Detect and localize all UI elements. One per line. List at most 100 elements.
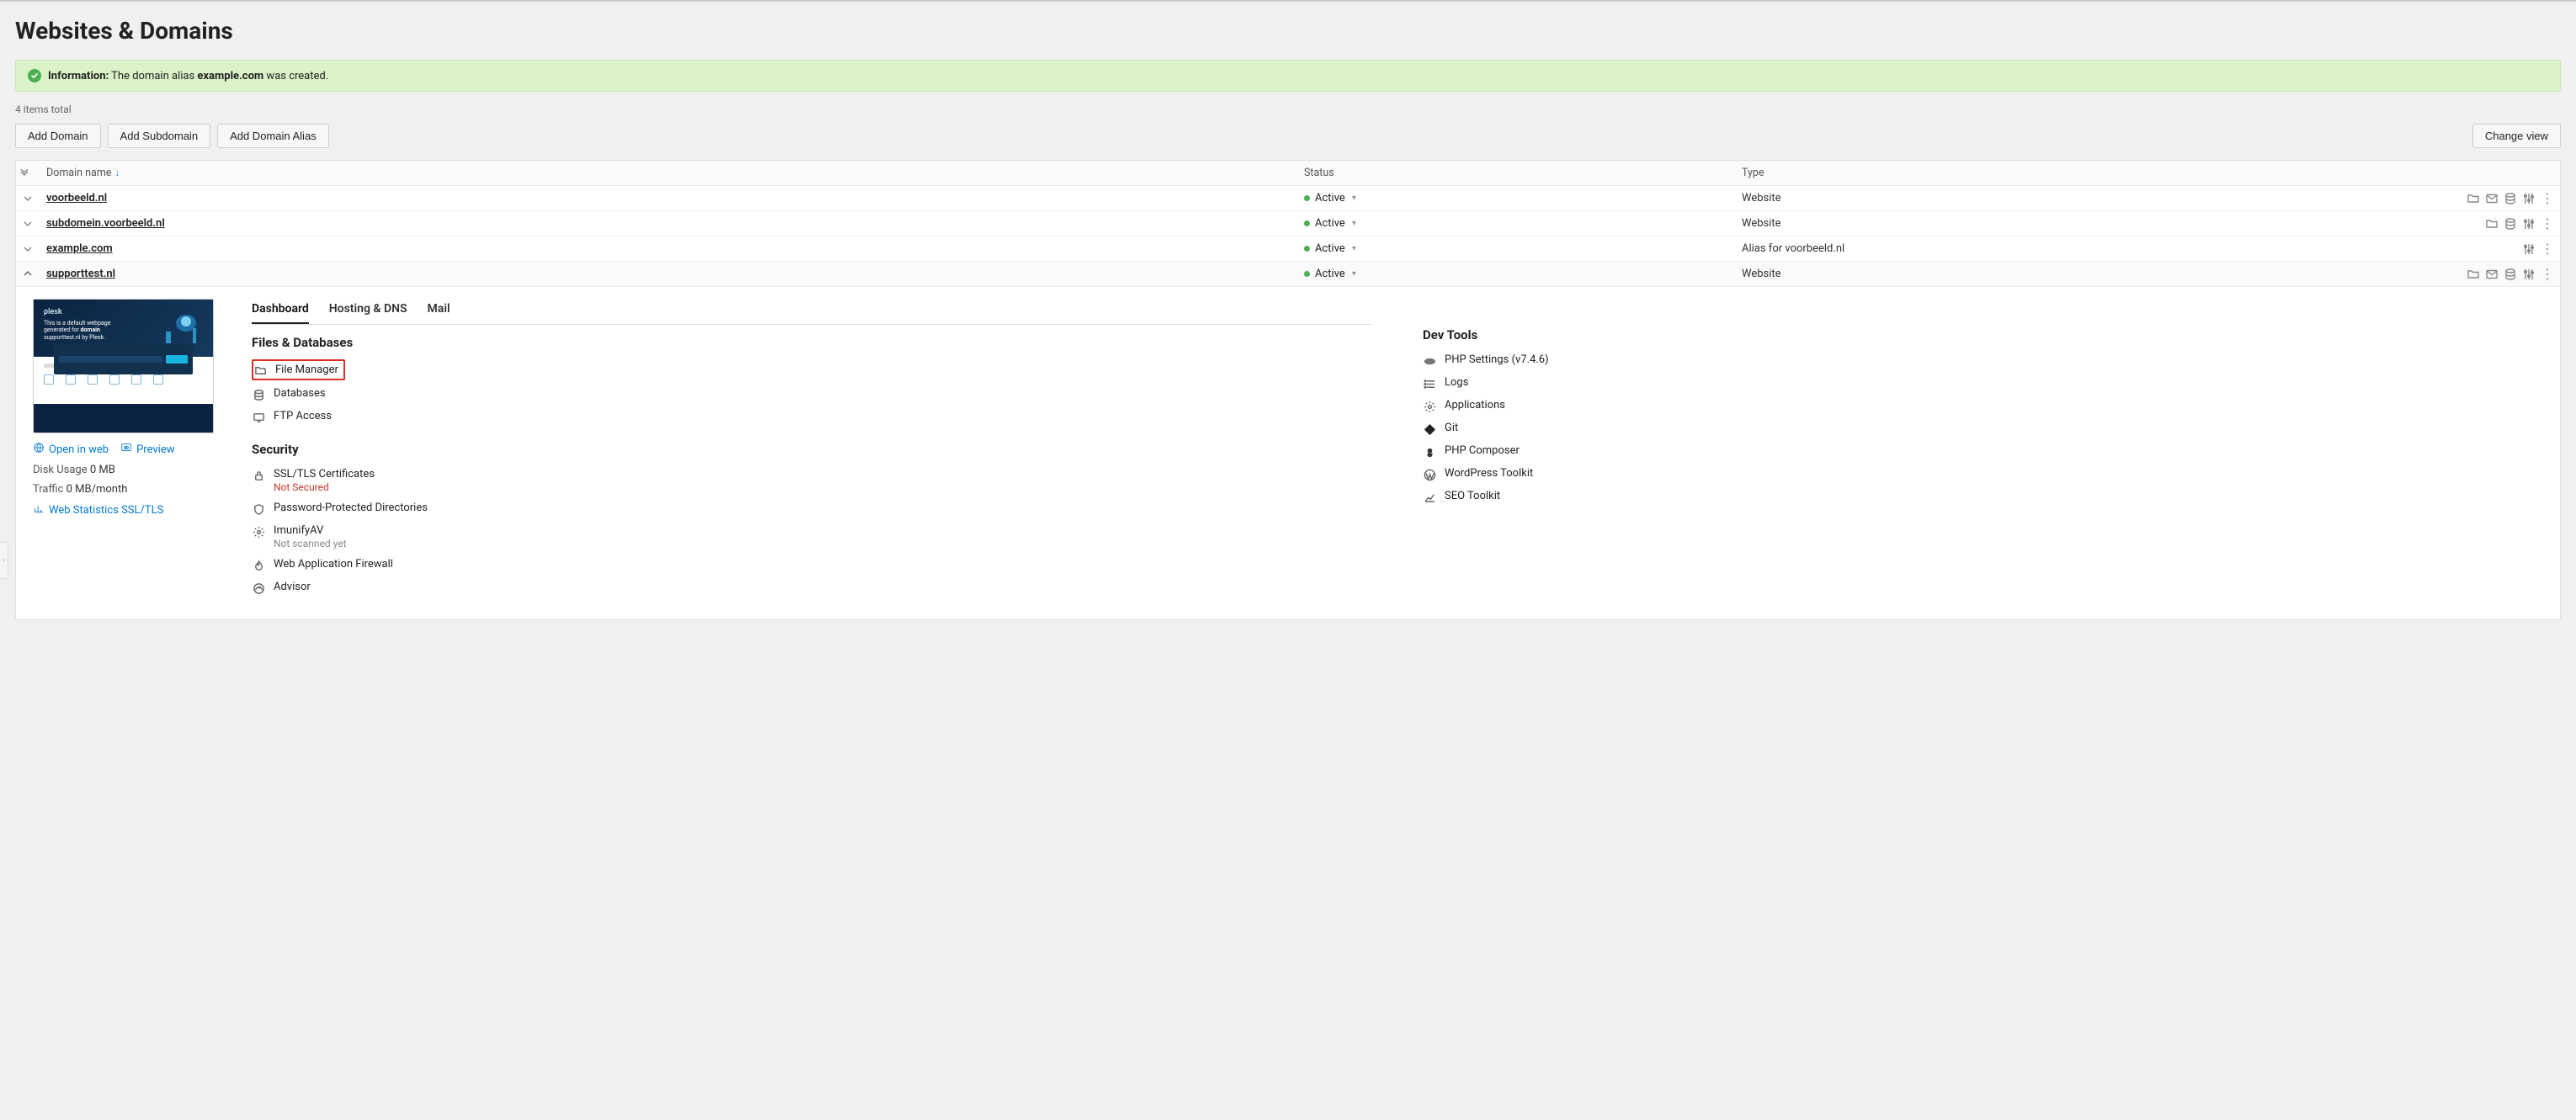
table-row: example.comActive▾Alias for voorbeeld.nl… <box>16 236 2560 262</box>
sidebar-collapse-handle[interactable]: ‹ <box>0 542 8 579</box>
tool-link[interactable]: Databases <box>274 387 326 400</box>
more-icon[interactable]: ⋮ <box>2541 194 2553 203</box>
tool-link[interactable]: Applications <box>1445 399 1505 411</box>
sliders-icon[interactable] <box>2522 217 2536 231</box>
add-domain-button[interactable]: Add Domain <box>15 124 101 148</box>
web-statistics-link[interactable]: Web Statistics SSL/TLS <box>33 502 163 518</box>
gear-icon <box>1423 400 1436 413</box>
expand-toggle[interactable] <box>16 215 40 233</box>
check-circle-icon <box>28 69 41 82</box>
disk-usage-label: Disk Usage <box>33 464 88 476</box>
tool-link[interactable]: SEO Toolkit <box>1445 490 1500 502</box>
section-title-files: Files & Databases <box>252 335 1372 350</box>
status-cell[interactable]: Active▾ <box>1297 212 1735 235</box>
add-subdomain-button[interactable]: Add Subdomain <box>108 124 211 148</box>
db-icon[interactable] <box>2504 217 2517 231</box>
table-row: voorbeeld.nlActive▾Website⋮ <box>16 186 2560 211</box>
expand-toggle[interactable] <box>16 240 40 258</box>
section-title-security: Security <box>252 442 1372 457</box>
tool-item: PHP Settings (v7.4.6) <box>1423 349 2543 372</box>
tool-item: FTP Access <box>252 406 1372 428</box>
monitor-icon <box>252 411 265 424</box>
tool-link[interactable]: ImunifyAV <box>274 524 323 537</box>
db-icon[interactable] <box>2504 192 2517 205</box>
tool-item: WordPress Toolkit <box>1423 463 2543 486</box>
domain-table: Domain name ↓ Status Type voorbeeld.nl Ac… <box>15 160 2561 620</box>
disk-usage-value: 0 MB <box>90 464 115 476</box>
col-actions-header <box>2425 168 2560 178</box>
table-row: supporttest.nl Active▾Website ⋮ <box>16 262 2560 287</box>
tool-link[interactable]: Git <box>1445 422 1458 434</box>
folder-icon[interactable] <box>2467 268 2480 281</box>
domain-link[interactable]: voorbeeld.nl <box>46 192 107 204</box>
expand-toggle[interactable] <box>16 265 40 284</box>
chevron-down-icon: ▾ <box>1352 244 1356 253</box>
status-dot-icon <box>1304 195 1310 201</box>
domain-link[interactable]: supporttest.nl <box>46 268 115 280</box>
row-actions: ⋮ <box>2425 237 2560 261</box>
advisor-icon <box>252 581 265 595</box>
chart-icon <box>1423 491 1436 504</box>
db-icon[interactable] <box>2504 268 2517 281</box>
tab-mail[interactable]: Mail <box>428 299 450 324</box>
more-icon[interactable]: ⋮ <box>2541 220 2553 228</box>
open-in-web-link[interactable]: Open in web <box>33 442 109 457</box>
section-title-devtools: Dev Tools <box>1423 327 2543 342</box>
globe-icon <box>33 442 45 457</box>
tool-link[interactable]: Advisor <box>274 581 311 593</box>
tab-hosting-dns[interactable]: Hosting & DNS <box>329 299 407 324</box>
tool-item: Advisor <box>252 576 1372 599</box>
status-dot-icon <box>1304 271 1310 277</box>
more-icon[interactable]: ⋮ <box>2541 270 2553 279</box>
status-cell[interactable]: Active▾ <box>1297 187 1735 210</box>
tool-link[interactable]: File Manager <box>275 364 338 376</box>
expand-toggle[interactable] <box>16 189 40 208</box>
sliders-icon[interactable] <box>2522 242 2536 256</box>
status-cell[interactable]: Active▾ <box>1297 237 1735 260</box>
tool-item: Web Application Firewall <box>252 554 1372 576</box>
shield-icon <box>252 502 265 516</box>
tool-link[interactable]: PHP Settings (v7.4.6) <box>1445 353 1549 366</box>
col-domain-header[interactable]: Domain name ↓ <box>40 162 1297 184</box>
tab-dashboard[interactable]: Dashboard <box>252 299 309 324</box>
sliders-icon[interactable] <box>2522 268 2536 281</box>
preview-icon <box>120 442 132 457</box>
table-row: subdomein.voorbeeld.nlActive▾Website⋮ <box>16 211 2560 236</box>
tool-item: File Manager <box>252 357 1372 383</box>
tool-item: SEO Toolkit <box>1423 486 2543 508</box>
status-dot-icon <box>1304 220 1310 226</box>
folder-icon <box>253 364 267 377</box>
mail-icon[interactable] <box>2485 268 2499 281</box>
sliders-icon[interactable] <box>2522 192 2536 205</box>
tool-link[interactable]: FTP Access <box>274 410 332 422</box>
folder-icon[interactable] <box>2485 217 2499 231</box>
change-view-button[interactable]: Change view <box>2472 124 2561 148</box>
chevron-down-icon: ▾ <box>1352 194 1356 203</box>
domain-link[interactable]: subdomein.voorbeeld.nl <box>46 217 165 230</box>
col-status-header[interactable]: Status <box>1297 162 1735 184</box>
row-actions: ⋮ <box>2425 263 2560 286</box>
folder-icon[interactable] <box>2467 192 2480 205</box>
expand-all-toggle[interactable] <box>16 164 40 183</box>
chevron-down-icon: ▾ <box>1352 219 1356 228</box>
more-icon[interactable]: ⋮ <box>2541 245 2553 253</box>
tool-link[interactable]: Password-Protected Directories <box>274 502 428 514</box>
tool-item: PHP Composer <box>1423 440 2543 463</box>
domain-link[interactable]: example.com <box>46 242 113 255</box>
mail-icon[interactable] <box>2485 192 2499 205</box>
gear-icon <box>252 525 265 539</box>
site-thumbnail[interactable]: pleskThis is a default webpage generated… <box>33 299 214 433</box>
tool-link[interactable]: PHP Composer <box>1445 444 1520 457</box>
type-cell: Website <box>1735 263 2425 285</box>
tool-link[interactable]: Logs <box>1445 376 1468 389</box>
tool-link[interactable]: WordPress Toolkit <box>1445 467 1533 480</box>
col-type-header[interactable]: Type <box>1735 162 2425 184</box>
toolbar: Add Domain Add Subdomain Add Domain Alia… <box>15 124 2561 148</box>
add-domain-alias-button[interactable]: Add Domain Alias <box>217 124 329 148</box>
detail-tabs: Dashboard Hosting & DNS Mail <box>252 299 1372 325</box>
tool-link[interactable]: Web Application Firewall <box>274 558 393 571</box>
tool-link[interactable]: SSL/TLS Certificates <box>274 468 375 480</box>
alert-text: Information: The domain alias example.co… <box>48 70 328 82</box>
status-cell[interactable]: Active▾ <box>1297 263 1735 285</box>
preview-link[interactable]: Preview <box>120 442 174 457</box>
